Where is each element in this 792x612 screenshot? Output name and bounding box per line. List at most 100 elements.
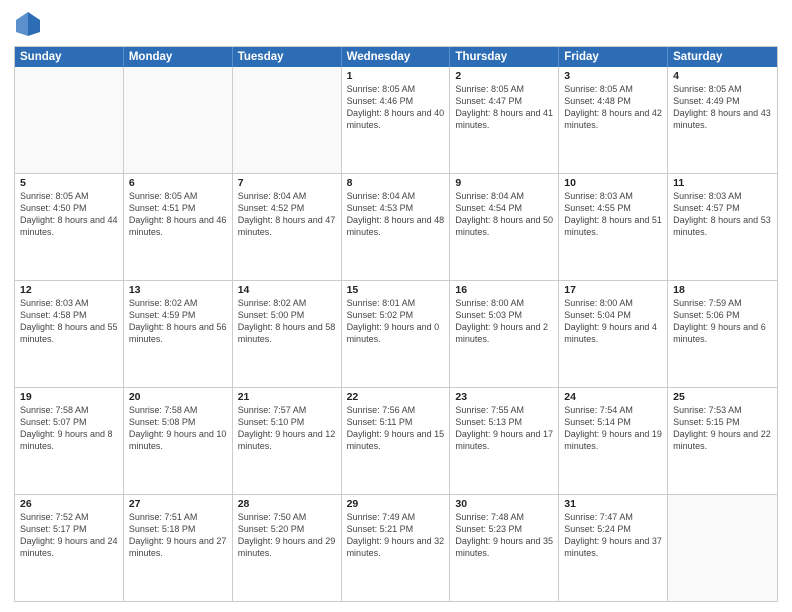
calendar-row-2: 5Sunrise: 8:05 AM Sunset: 4:50 PM Daylig… <box>15 173 777 280</box>
calendar-cell: 20Sunrise: 7:58 AM Sunset: 5:08 PM Dayli… <box>124 388 233 494</box>
day-number: 21 <box>238 391 336 403</box>
day-info: Sunrise: 7:49 AM Sunset: 5:21 PM Dayligh… <box>347 511 445 560</box>
day-number: 9 <box>455 177 553 189</box>
day-number: 2 <box>455 70 553 82</box>
header <box>14 10 778 38</box>
header-day-sunday: Sunday <box>15 47 124 67</box>
day-info: Sunrise: 8:05 AM Sunset: 4:47 PM Dayligh… <box>455 83 553 132</box>
day-number: 11 <box>673 177 772 189</box>
calendar-cell: 10Sunrise: 8:03 AM Sunset: 4:55 PM Dayli… <box>559 174 668 280</box>
day-info: Sunrise: 7:56 AM Sunset: 5:11 PM Dayligh… <box>347 404 445 453</box>
day-number: 27 <box>129 498 227 510</box>
day-number: 13 <box>129 284 227 296</box>
calendar-cell: 17Sunrise: 8:00 AM Sunset: 5:04 PM Dayli… <box>559 281 668 387</box>
calendar-cell: 16Sunrise: 8:00 AM Sunset: 5:03 PM Dayli… <box>450 281 559 387</box>
day-number: 29 <box>347 498 445 510</box>
calendar-row-1: 1Sunrise: 8:05 AM Sunset: 4:46 PM Daylig… <box>15 67 777 173</box>
day-number: 28 <box>238 498 336 510</box>
day-number: 1 <box>347 70 445 82</box>
calendar-cell: 30Sunrise: 7:48 AM Sunset: 5:23 PM Dayli… <box>450 495 559 601</box>
calendar-cell: 12Sunrise: 8:03 AM Sunset: 4:58 PM Dayli… <box>15 281 124 387</box>
day-info: Sunrise: 8:01 AM Sunset: 5:02 PM Dayligh… <box>347 297 445 346</box>
calendar-cell <box>668 495 777 601</box>
day-number: 31 <box>564 498 662 510</box>
day-number: 17 <box>564 284 662 296</box>
day-number: 19 <box>20 391 118 403</box>
day-info: Sunrise: 7:55 AM Sunset: 5:13 PM Dayligh… <box>455 404 553 453</box>
day-info: Sunrise: 8:05 AM Sunset: 4:46 PM Dayligh… <box>347 83 445 132</box>
calendar-row-5: 26Sunrise: 7:52 AM Sunset: 5:17 PM Dayli… <box>15 494 777 601</box>
day-number: 5 <box>20 177 118 189</box>
calendar-cell: 15Sunrise: 8:01 AM Sunset: 5:02 PM Dayli… <box>342 281 451 387</box>
day-number: 10 <box>564 177 662 189</box>
day-number: 23 <box>455 391 553 403</box>
calendar-cell: 2Sunrise: 8:05 AM Sunset: 4:47 PM Daylig… <box>450 67 559 173</box>
day-info: Sunrise: 7:57 AM Sunset: 5:10 PM Dayligh… <box>238 404 336 453</box>
calendar-cell: 6Sunrise: 8:05 AM Sunset: 4:51 PM Daylig… <box>124 174 233 280</box>
day-info: Sunrise: 7:48 AM Sunset: 5:23 PM Dayligh… <box>455 511 553 560</box>
day-info: Sunrise: 8:02 AM Sunset: 4:59 PM Dayligh… <box>129 297 227 346</box>
calendar-cell: 19Sunrise: 7:58 AM Sunset: 5:07 PM Dayli… <box>15 388 124 494</box>
day-number: 3 <box>564 70 662 82</box>
day-number: 26 <box>20 498 118 510</box>
day-number: 22 <box>347 391 445 403</box>
day-number: 7 <box>238 177 336 189</box>
header-day-monday: Monday <box>124 47 233 67</box>
calendar: SundayMondayTuesdayWednesdayThursdayFrid… <box>14 46 778 602</box>
day-info: Sunrise: 7:58 AM Sunset: 5:07 PM Dayligh… <box>20 404 118 453</box>
day-info: Sunrise: 8:04 AM Sunset: 4:52 PM Dayligh… <box>238 190 336 239</box>
day-number: 16 <box>455 284 553 296</box>
calendar-cell: 9Sunrise: 8:04 AM Sunset: 4:54 PM Daylig… <box>450 174 559 280</box>
calendar-cell: 29Sunrise: 7:49 AM Sunset: 5:21 PM Dayli… <box>342 495 451 601</box>
header-day-tuesday: Tuesday <box>233 47 342 67</box>
calendar-cell <box>15 67 124 173</box>
header-day-wednesday: Wednesday <box>342 47 451 67</box>
calendar-cell: 24Sunrise: 7:54 AM Sunset: 5:14 PM Dayli… <box>559 388 668 494</box>
calendar-cell <box>124 67 233 173</box>
header-day-thursday: Thursday <box>450 47 559 67</box>
day-info: Sunrise: 8:02 AM Sunset: 5:00 PM Dayligh… <box>238 297 336 346</box>
day-info: Sunrise: 7:59 AM Sunset: 5:06 PM Dayligh… <box>673 297 772 346</box>
logo <box>14 10 46 38</box>
day-info: Sunrise: 7:52 AM Sunset: 5:17 PM Dayligh… <box>20 511 118 560</box>
calendar-row-3: 12Sunrise: 8:03 AM Sunset: 4:58 PM Dayli… <box>15 280 777 387</box>
calendar-cell: 1Sunrise: 8:05 AM Sunset: 4:46 PM Daylig… <box>342 67 451 173</box>
logo-icon <box>14 10 42 38</box>
calendar-cell: 23Sunrise: 7:55 AM Sunset: 5:13 PM Dayli… <box>450 388 559 494</box>
day-number: 6 <box>129 177 227 189</box>
day-info: Sunrise: 8:05 AM Sunset: 4:49 PM Dayligh… <box>673 83 772 132</box>
page: SundayMondayTuesdayWednesdayThursdayFrid… <box>0 0 792 612</box>
header-day-saturday: Saturday <box>668 47 777 67</box>
calendar-cell: 18Sunrise: 7:59 AM Sunset: 5:06 PM Dayli… <box>668 281 777 387</box>
day-number: 24 <box>564 391 662 403</box>
day-info: Sunrise: 8:03 AM Sunset: 4:55 PM Dayligh… <box>564 190 662 239</box>
day-info: Sunrise: 7:50 AM Sunset: 5:20 PM Dayligh… <box>238 511 336 560</box>
calendar-cell: 25Sunrise: 7:53 AM Sunset: 5:15 PM Dayli… <box>668 388 777 494</box>
header-day-friday: Friday <box>559 47 668 67</box>
day-info: Sunrise: 7:47 AM Sunset: 5:24 PM Dayligh… <box>564 511 662 560</box>
calendar-cell: 5Sunrise: 8:05 AM Sunset: 4:50 PM Daylig… <box>15 174 124 280</box>
calendar-row-4: 19Sunrise: 7:58 AM Sunset: 5:07 PM Dayli… <box>15 387 777 494</box>
calendar-cell: 21Sunrise: 7:57 AM Sunset: 5:10 PM Dayli… <box>233 388 342 494</box>
day-number: 30 <box>455 498 553 510</box>
calendar-cell: 3Sunrise: 8:05 AM Sunset: 4:48 PM Daylig… <box>559 67 668 173</box>
day-info: Sunrise: 8:03 AM Sunset: 4:57 PM Dayligh… <box>673 190 772 239</box>
day-info: Sunrise: 8:05 AM Sunset: 4:48 PM Dayligh… <box>564 83 662 132</box>
day-number: 4 <box>673 70 772 82</box>
day-number: 25 <box>673 391 772 403</box>
day-info: Sunrise: 8:05 AM Sunset: 4:51 PM Dayligh… <box>129 190 227 239</box>
day-number: 12 <box>20 284 118 296</box>
calendar-cell: 28Sunrise: 7:50 AM Sunset: 5:20 PM Dayli… <box>233 495 342 601</box>
calendar-cell: 7Sunrise: 8:04 AM Sunset: 4:52 PM Daylig… <box>233 174 342 280</box>
calendar-cell: 22Sunrise: 7:56 AM Sunset: 5:11 PM Dayli… <box>342 388 451 494</box>
calendar-cell: 4Sunrise: 8:05 AM Sunset: 4:49 PM Daylig… <box>668 67 777 173</box>
calendar-cell: 13Sunrise: 8:02 AM Sunset: 4:59 PM Dayli… <box>124 281 233 387</box>
calendar-header: SundayMondayTuesdayWednesdayThursdayFrid… <box>15 47 777 67</box>
calendar-cell: 27Sunrise: 7:51 AM Sunset: 5:18 PM Dayli… <box>124 495 233 601</box>
day-info: Sunrise: 7:58 AM Sunset: 5:08 PM Dayligh… <box>129 404 227 453</box>
day-info: Sunrise: 8:04 AM Sunset: 4:54 PM Dayligh… <box>455 190 553 239</box>
day-info: Sunrise: 7:53 AM Sunset: 5:15 PM Dayligh… <box>673 404 772 453</box>
calendar-cell: 14Sunrise: 8:02 AM Sunset: 5:00 PM Dayli… <box>233 281 342 387</box>
day-info: Sunrise: 8:05 AM Sunset: 4:50 PM Dayligh… <box>20 190 118 239</box>
day-info: Sunrise: 8:00 AM Sunset: 5:04 PM Dayligh… <box>564 297 662 346</box>
